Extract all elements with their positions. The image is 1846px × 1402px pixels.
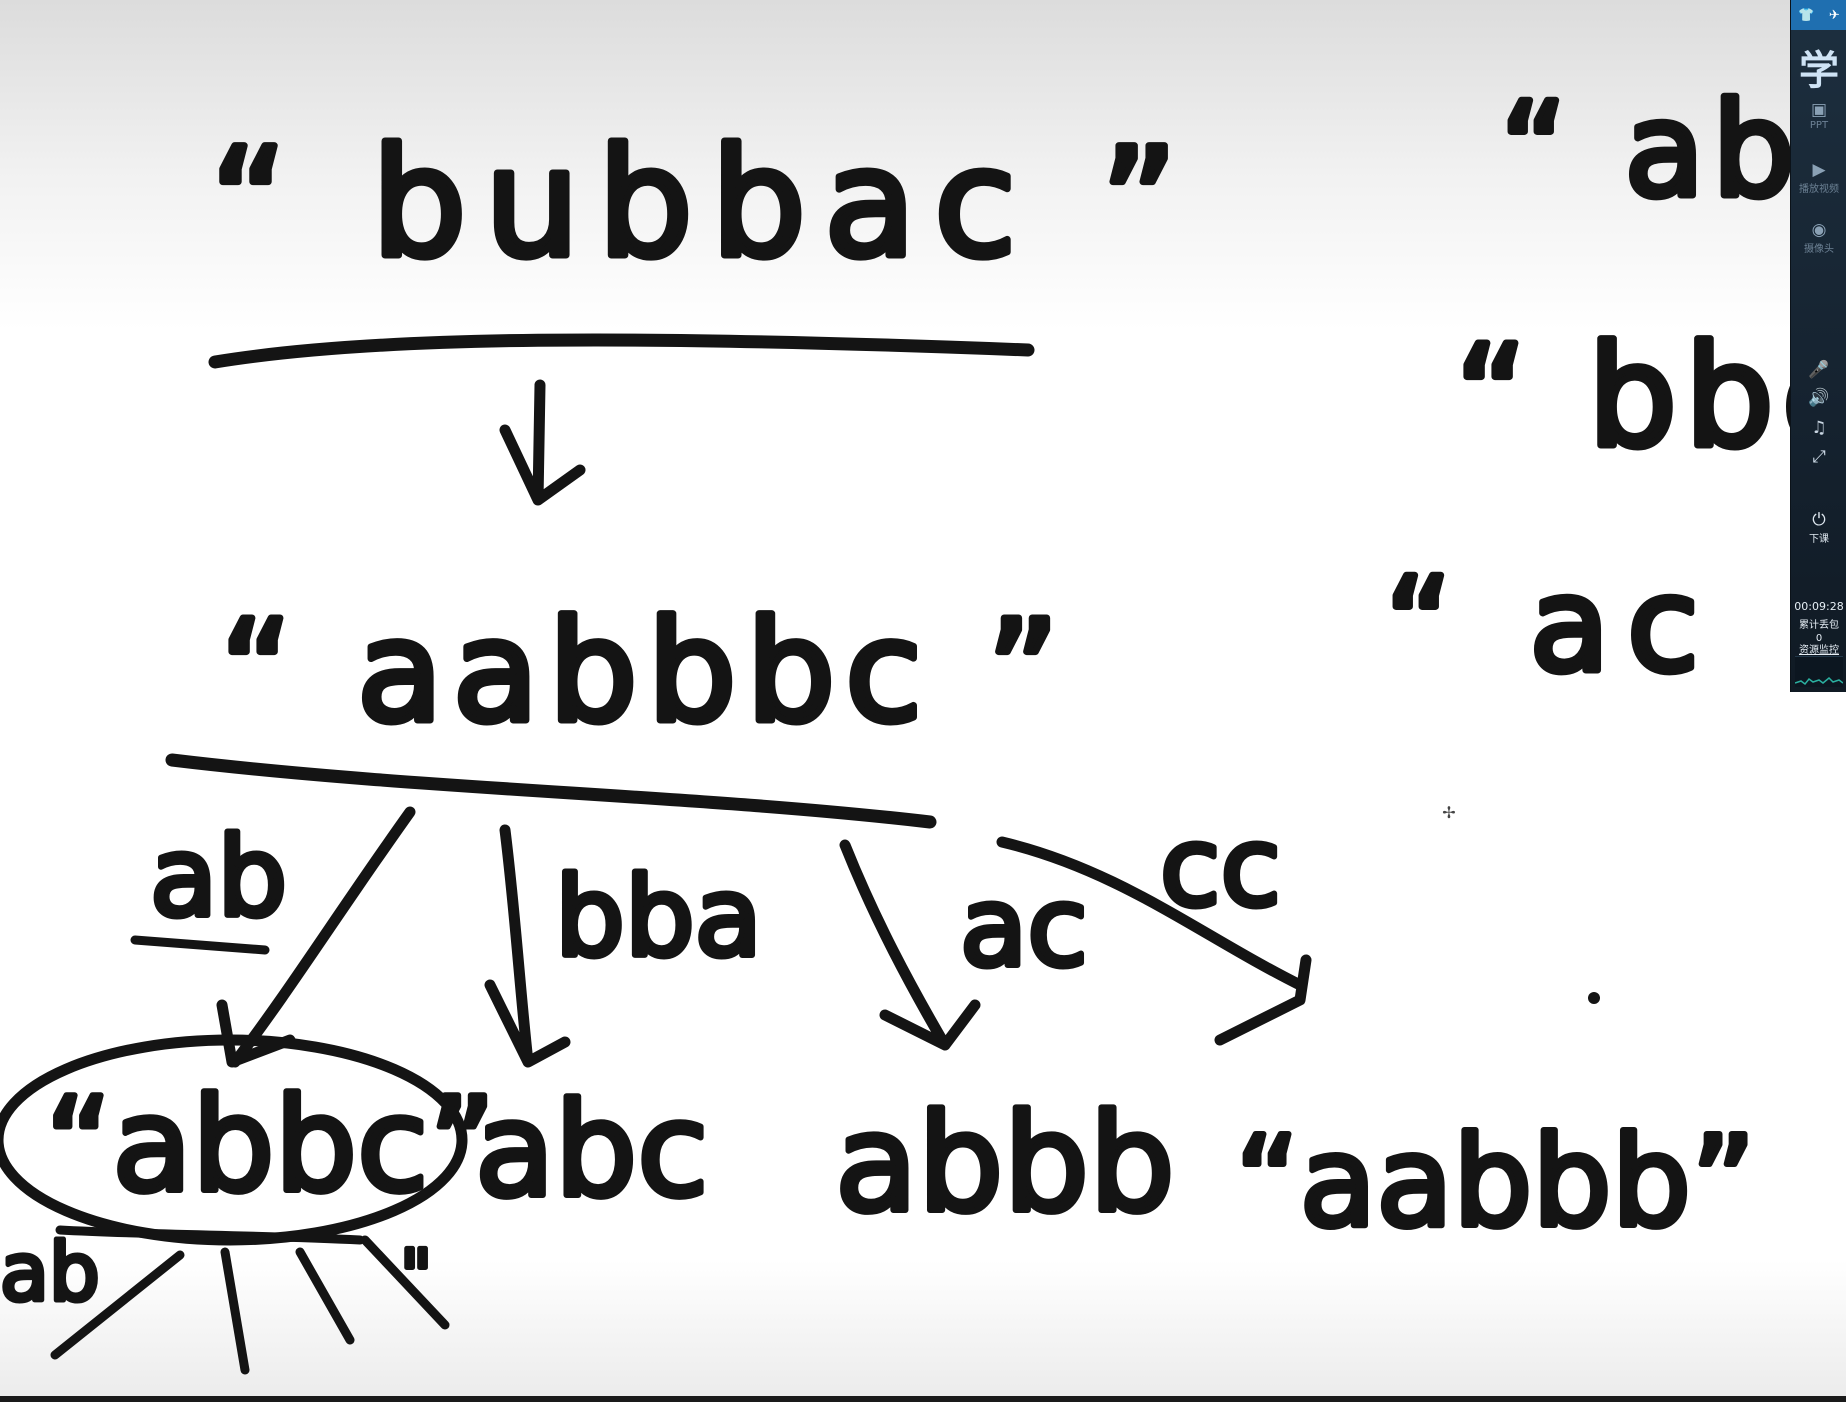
play-video-icon: ▶ [1812, 160, 1826, 180]
app-logo: 学 [1799, 48, 1839, 94]
classroom-toolbar: 👕 ✈ 学 ▣ PPT ▶ 播放视频 ◉ 摄像头 🎤 🔊 ♫ ⤢ ⏻ 下课 00… [1790, 0, 1846, 692]
speaker-icon[interactable]: 🔊 [1791, 388, 1846, 408]
ink-dot [1588, 992, 1600, 1004]
ab-underline [130, 935, 270, 955]
toolbar-header: 👕 ✈ [1791, 0, 1846, 30]
packet-loss-label: 累计丢包 [1799, 620, 1839, 631]
top-underline [208, 333, 1035, 369]
branch-label-ac: ac [960, 863, 1088, 991]
fullscreen-icon[interactable]: ⤢ [1791, 447, 1846, 467]
slides-icon: ▣ [1810, 100, 1828, 120]
music-icon[interactable]: ♫ [1791, 418, 1846, 438]
power-icon: ⏻ [1812, 510, 1826, 530]
bottom-edge [0, 1396, 1846, 1402]
grandchild-label: ab [0, 1226, 100, 1319]
plane-icon[interactable]: ✈ [1829, 8, 1840, 23]
end-class-button[interactable]: ⏻ 下课 [1791, 510, 1846, 545]
whiteboard-drawing: “ bubbac ” “ aabbbc ” ab bba ac cc “abbc… [0, 71, 1846, 1375]
right-string-bbc: “ bbc [1455, 316, 1846, 479]
child-node-abbc: “abbc” [45, 1069, 496, 1221]
arrow-ac [839, 839, 981, 1051]
class-timer: 00:09:28 [1794, 600, 1844, 613]
ppt-button[interactable]: ▣ PPT [1791, 100, 1846, 131]
camera-button[interactable]: ◉ 摄像头 [1791, 220, 1846, 255]
shirt-icon[interactable]: 👕 [1798, 8, 1814, 23]
camera-icon: ◉ [1811, 220, 1827, 240]
child-node-abc: abc [475, 1074, 709, 1226]
play-video-label: 播放视频 [1799, 184, 1839, 195]
right-string-ab: “ ab [1500, 74, 1803, 226]
grandchild-quote: " [400, 1235, 432, 1317]
network-graph [1794, 656, 1844, 687]
branch-label-bba: bba [555, 853, 762, 981]
end-class-label: 下课 [1809, 534, 1829, 545]
branch-label-ab: ab [150, 813, 287, 941]
microphone-icon[interactable]: 🎤 [1791, 360, 1846, 380]
camera-label: 摄像头 [1804, 244, 1834, 255]
arrow-bba [484, 824, 571, 1068]
grandchild-branches [50, 1235, 450, 1375]
ppt-label: PPT [1809, 120, 1829, 131]
play-video-button[interactable]: ▶ 播放视频 [1791, 160, 1846, 195]
branch-label-cc: cc [1160, 803, 1281, 931]
child-node-aabbb: “aabbb” [1235, 1110, 1756, 1255]
right-string-ac: “ ac [1385, 549, 1717, 701]
top-string: “ bubbac ” [210, 117, 1196, 291]
down-arrow [499, 379, 586, 506]
child-node-abbb: abbb [835, 1085, 1175, 1242]
middle-string: “ aabbbc ” [220, 591, 1069, 754]
crosshair-cursor-icon: ✢ [1442, 803, 1456, 822]
whiteboard-canvas[interactable]: “ bubbac ” “ aabbbc ” ab bba ac cc “abbc… [0, 0, 1846, 1402]
